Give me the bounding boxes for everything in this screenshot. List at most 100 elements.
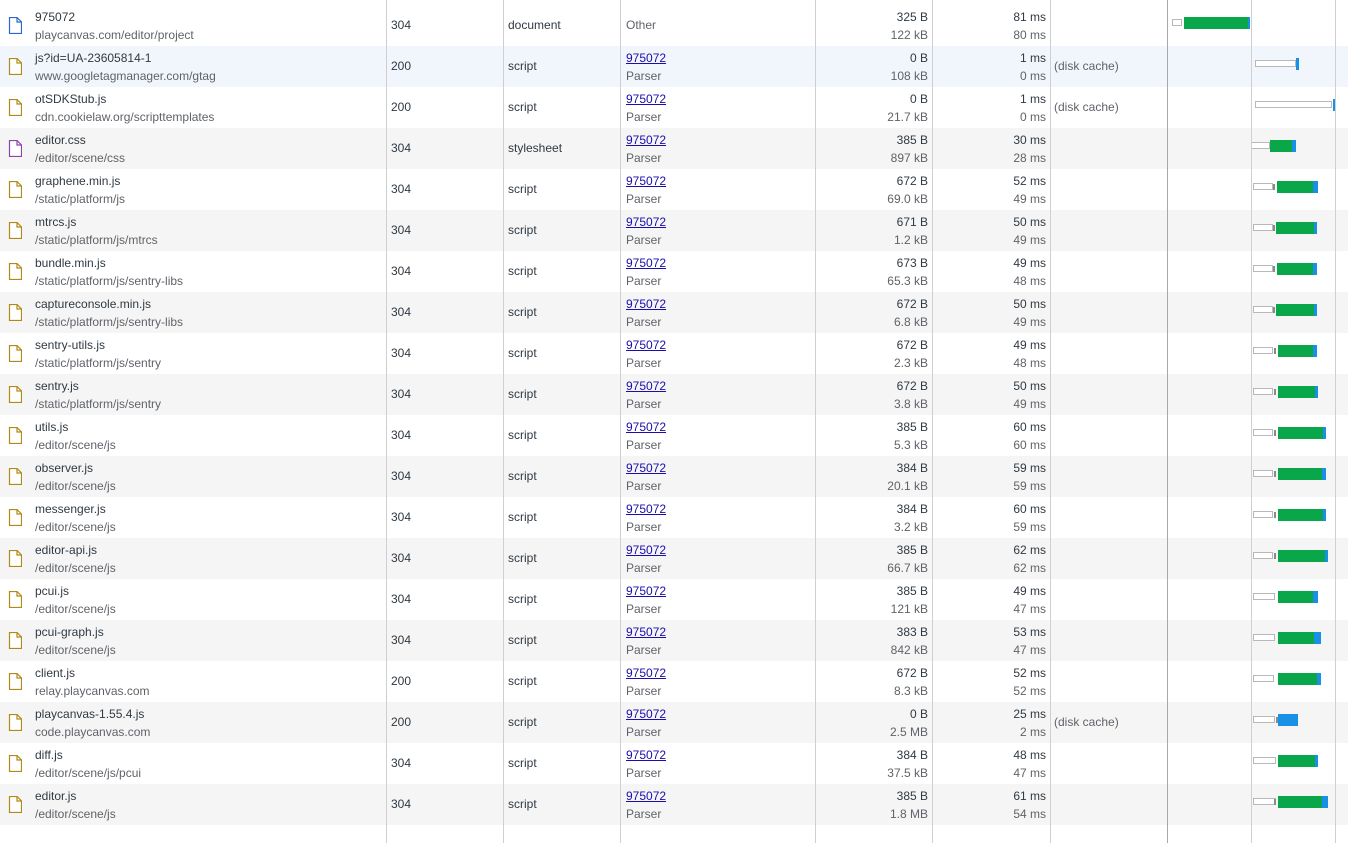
table-row[interactable]: sentry-utils.js/static/platform/js/sentr…	[0, 333, 1348, 374]
initiator-link[interactable]: 975072	[626, 173, 666, 189]
initiator-link[interactable]: 975072	[626, 501, 666, 517]
name-cell[interactable]: diff.js/editor/scene/js/pcui	[0, 743, 386, 784]
table-row[interactable]: utils.js/editor/scene/js 304 script 975072 P…	[0, 415, 1348, 456]
name-cell[interactable]: otSDKStub.js cdn.cookielaw.org/scripttemp…	[0, 87, 386, 128]
initiator-link[interactable]: 975072	[626, 255, 666, 271]
initiator-link[interactable]: 975072	[626, 419, 666, 435]
table-row[interactable]: editor.js/editor/scene/js 304 script 975072…	[0, 784, 1348, 825]
waterfall-cell[interactable]	[1168, 5, 1348, 46]
script-file-icon	[8, 467, 23, 486]
name-cell[interactable]: 975072 playcanvas.com/editor/project	[0, 5, 386, 46]
transferred-size: 672 B	[896, 379, 928, 393]
initiator-link[interactable]: 975072	[626, 214, 666, 230]
waterfall-cell[interactable]	[1168, 415, 1348, 456]
table-row[interactable]: js?id=UA-23605814-1 www.googletagmanager.…	[0, 46, 1348, 87]
waterfall-cell[interactable]	[1168, 497, 1348, 538]
name-cell[interactable]: playcanvas-1.55.4.js code.playcanvas.com	[0, 702, 386, 743]
waterfall-cell[interactable]	[1168, 128, 1348, 169]
waterfall-cell[interactable]	[1168, 456, 1348, 497]
waiting-segment	[1278, 796, 1322, 808]
waterfall-cell[interactable]	[1168, 210, 1348, 251]
waterfall-cell[interactable]	[1168, 333, 1348, 374]
name-cell[interactable]: captureconsole.min.js/static/platform/js…	[0, 292, 386, 333]
download-segment	[1314, 632, 1321, 644]
table-row[interactable]: diff.js/editor/scene/js/pcui 304 script 975…	[0, 743, 1348, 784]
waterfall-cell[interactable]	[1168, 251, 1348, 292]
table-row[interactable]: editor.css/editor/scene/css 304 stylesheet…	[0, 128, 1348, 169]
initiator-link[interactable]: 975072	[626, 788, 666, 804]
column-divider[interactable]	[1167, 0, 1168, 843]
waterfall-cell[interactable]	[1168, 620, 1348, 661]
initiator-link[interactable]: 975072	[626, 665, 666, 681]
waterfall-cell[interactable]	[1168, 743, 1348, 784]
table-row[interactable]: pcui-graph.js/editor/scene/js 304 script 97…	[0, 620, 1348, 661]
name-cell[interactable]: messenger.js/editor/scene/js	[0, 497, 386, 538]
column-divider[interactable]	[620, 0, 621, 843]
name-cell[interactable]: editor.css/editor/scene/css	[0, 128, 386, 169]
name-cell[interactable]: sentry.js/static/platform/js/sentry	[0, 374, 386, 415]
column-divider[interactable]	[1050, 0, 1051, 843]
waterfall-cell[interactable]	[1168, 374, 1348, 415]
table-row[interactable]: bundle.min.js/static/platform/js/sentry-…	[0, 251, 1348, 292]
resource-path: relay.playcanvas.com	[35, 684, 150, 698]
initiator-link[interactable]: 975072	[626, 542, 666, 558]
initiator-link[interactable]: 975072	[626, 296, 666, 312]
name-cell[interactable]: graphene.min.js/static/platform/js	[0, 169, 386, 210]
name-cell[interactable]: sentry-utils.js/static/platform/js/sentr…	[0, 333, 386, 374]
initiator-link[interactable]: 975072	[626, 747, 666, 763]
table-row[interactable]: client.js relay.playcanvas.com 200 script 97…	[0, 661, 1348, 702]
column-divider[interactable]	[815, 0, 816, 843]
total-time: 49 ms	[1013, 584, 1046, 598]
script-file-icon	[8, 180, 23, 199]
waterfall-cell[interactable]	[1168, 87, 1348, 128]
initiator-link[interactable]: 975072	[626, 583, 666, 599]
status-cell: 304	[391, 305, 412, 319]
type-cell: script	[508, 510, 537, 524]
initiator-link[interactable]: 975072	[626, 337, 666, 353]
column-divider[interactable]	[503, 0, 504, 843]
initiator-link[interactable]: 975072	[626, 706, 666, 722]
resource-name: observer.js	[35, 461, 94, 475]
initiator-link[interactable]: 975072	[626, 460, 666, 476]
table-row[interactable]: playcanvas-1.55.4.js code.playcanvas.com 2…	[0, 702, 1348, 743]
table-row[interactable]: mtrcs.js/static/platform/js/mtrcs 304 scri…	[0, 210, 1348, 251]
table-row[interactable]: sentry.js/static/platform/js/sentry 304 sc…	[0, 374, 1348, 415]
waterfall-cell[interactable]	[1168, 292, 1348, 333]
initiator-link[interactable]: 975072	[626, 50, 666, 66]
name-cell[interactable]: editor.js/editor/scene/js	[0, 784, 386, 825]
name-cell[interactable]: mtrcs.js/static/platform/js/mtrcs	[0, 210, 386, 251]
waterfall-cell[interactable]	[1168, 661, 1348, 702]
waterfall-cell[interactable]	[1168, 169, 1348, 210]
name-cell[interactable]: observer.js/editor/scene/js	[0, 456, 386, 497]
waterfall-cell[interactable]	[1168, 784, 1348, 825]
table-row[interactable]: captureconsole.min.js/static/platform/js…	[0, 292, 1348, 333]
name-cell[interactable]: utils.js/editor/scene/js	[0, 415, 386, 456]
initiator-link[interactable]: 975072	[626, 378, 666, 394]
column-divider[interactable]	[932, 0, 933, 843]
table-row[interactable]: pcui.js/editor/scene/js 304 script 975072 Pa…	[0, 579, 1348, 620]
column-divider[interactable]	[386, 0, 387, 843]
table-row[interactable]: messenger.js/editor/scene/js 304 script 975…	[0, 497, 1348, 538]
table-row[interactable]: editor-api.js/editor/scene/js 304 script 97…	[0, 538, 1348, 579]
transferred-size: 384 B	[896, 461, 928, 475]
waterfall-cell[interactable]	[1168, 538, 1348, 579]
name-cell[interactable]: pcui.js/editor/scene/js	[0, 579, 386, 620]
table-row[interactable]: observer.js/editor/scene/js 304 script 9750…	[0, 456, 1348, 497]
initiator-link[interactable]: 975072	[626, 91, 666, 107]
name-cell[interactable]: bundle.min.js/static/platform/js/sentry-…	[0, 251, 386, 292]
initiator-type: Parser	[626, 151, 662, 165]
name-cell[interactable]: js?id=UA-23605814-1 www.googletagmanager.…	[0, 46, 386, 87]
name-cell[interactable]: editor-api.js/editor/scene/js	[0, 538, 386, 579]
waterfall-cell[interactable]	[1168, 702, 1348, 743]
latency-time: 62 ms	[1013, 561, 1046, 575]
script-file-icon	[8, 631, 23, 650]
table-row[interactable]: 975072 playcanvas.com/editor/project 304 do…	[0, 5, 1348, 46]
waterfall-cell[interactable]	[1168, 579, 1348, 620]
name-cell[interactable]: client.js relay.playcanvas.com	[0, 661, 386, 702]
table-row[interactable]: graphene.min.js/static/platform/js 304 scr…	[0, 169, 1348, 210]
name-cell[interactable]: pcui-graph.js/editor/scene/js	[0, 620, 386, 661]
initiator-link[interactable]: 975072	[626, 624, 666, 640]
table-row[interactable]: otSDKStub.js cdn.cookielaw.org/scripttemp…	[0, 87, 1348, 128]
initiator-link[interactable]: 975072	[626, 132, 666, 148]
waterfall-cell[interactable]	[1168, 46, 1348, 87]
